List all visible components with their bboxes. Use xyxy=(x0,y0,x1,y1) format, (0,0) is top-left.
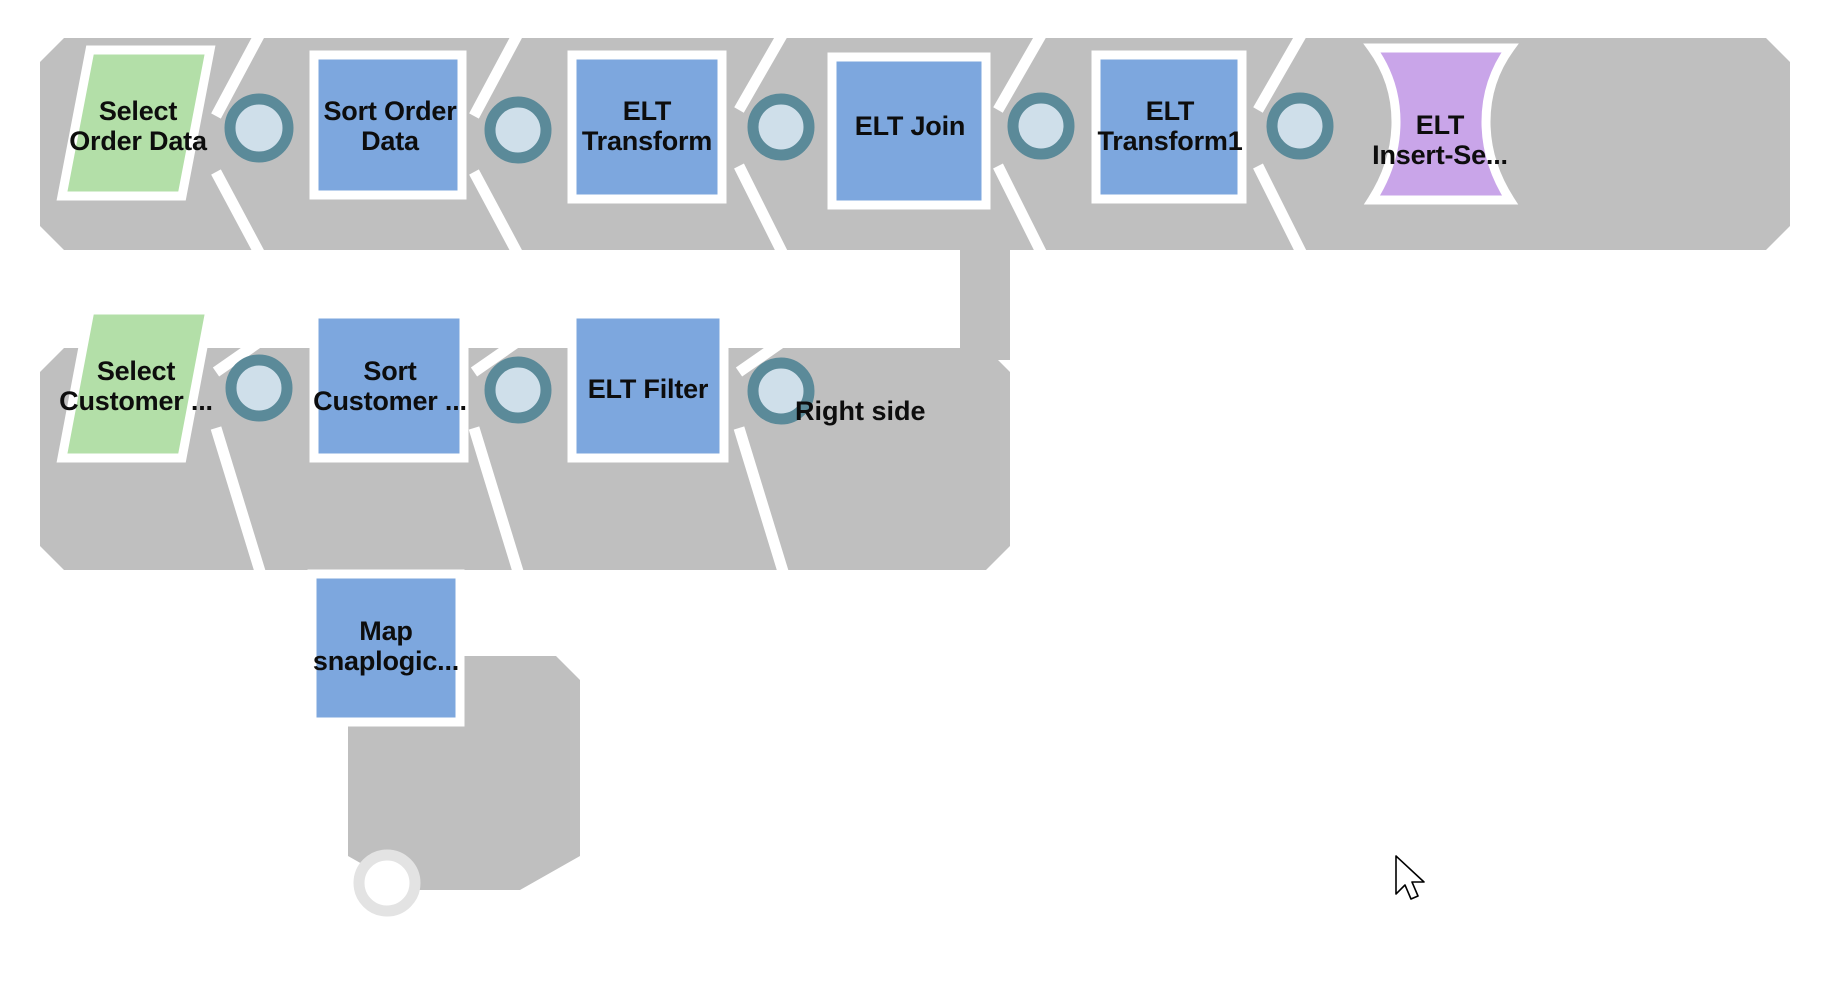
connector-endpoint-b2[interactable] xyxy=(484,356,552,424)
node-shape-sort-order-data[interactable] xyxy=(309,50,467,200)
node-shape-select-order-data[interactable] xyxy=(56,45,216,201)
connector-endpoint-4[interactable] xyxy=(1007,92,1075,160)
cursor-arrow-icon xyxy=(1395,855,1425,900)
node-shape-elt-insert-select[interactable] xyxy=(1363,43,1519,205)
connector-endpoint-1[interactable] xyxy=(224,93,294,163)
right-side-label: Right side xyxy=(795,396,926,426)
connector-endpoint-b1[interactable] xyxy=(225,354,293,422)
node-shape-elt-transform[interactable] xyxy=(567,50,727,204)
pipeline-canvas[interactable]: Select Order Data Sort Order Data ELT Tr… xyxy=(0,0,1841,985)
node-shape-elt-transform1[interactable] xyxy=(1091,50,1247,204)
node-shape-map-snaplogic[interactable] xyxy=(307,569,465,727)
connector-endpoint-2[interactable] xyxy=(484,96,552,164)
node-shape-sort-customer-data[interactable] xyxy=(309,309,469,463)
node-shape-elt-filter[interactable] xyxy=(567,309,729,463)
node-shape-elt-join[interactable] xyxy=(827,52,991,210)
pipeline-elbow-connector xyxy=(960,240,1010,360)
connector-endpoint-3[interactable] xyxy=(747,93,815,161)
connector-endpoint-map-output[interactable] xyxy=(353,849,421,917)
connector-endpoint-5[interactable] xyxy=(1266,92,1334,160)
pipeline-graphics-layer xyxy=(40,27,1790,917)
node-shape-select-customer-data[interactable] xyxy=(56,305,216,463)
mouse-cursor xyxy=(1395,855,1425,900)
